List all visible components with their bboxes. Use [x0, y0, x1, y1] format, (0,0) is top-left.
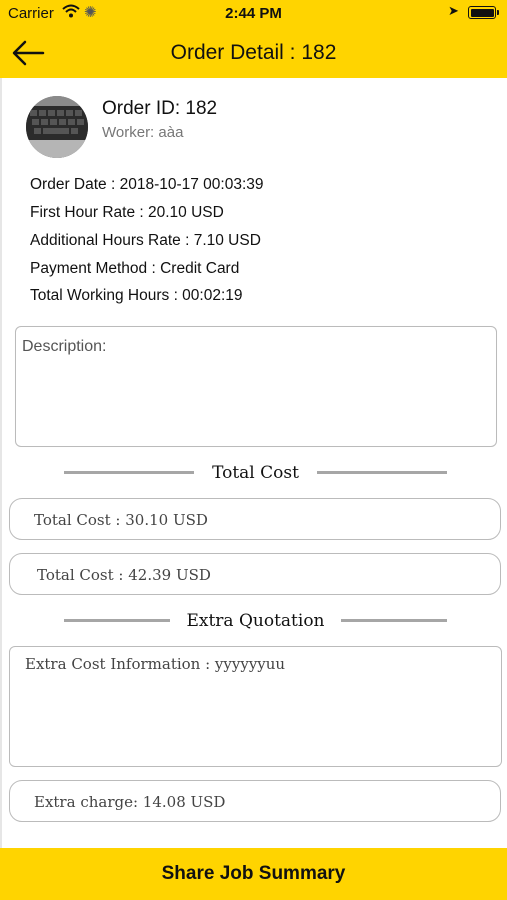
order-id-label: Order ID: 182 — [102, 98, 218, 119]
total-working-hours-text: Total Working Hours : 00:02:19 — [30, 287, 243, 304]
page-title: Order Detail : 182 — [170, 41, 337, 64]
divider-line — [317, 471, 447, 474]
extra-charge-field: Extra charge: 14.08 USD — [9, 780, 501, 822]
total-cost-with-extra-field: Total Cost : 42.39 USD — [9, 553, 501, 595]
worker-name-label: Worker: aàa — [102, 124, 184, 141]
payment-method-text: Payment Method : Credit Card — [30, 260, 240, 277]
total-cost-with-extra-value: Total Cost : 42.39 USD — [37, 566, 211, 584]
divider-line — [341, 619, 447, 622]
additional-hours-rate-text: Additional Hours Rate : 7.10 USD — [30, 232, 261, 249]
first-hour-rate-text: First Hour Rate : 20.10 USD — [30, 204, 224, 221]
extra-cost-info-field[interactable]: Extra Cost Information : yyyyyyuu — [9, 646, 502, 767]
extra-charge-value: Extra charge: 14.08 USD — [34, 793, 226, 811]
worker-avatar — [26, 96, 88, 158]
description-placeholder: Description: — [22, 338, 107, 355]
order-detail-content: Order ID: 182 Worker: aàa Order Date : 2… — [0, 78, 507, 848]
status-bar: Carrier ✺ 2:44 PM ➤ — [0, 0, 507, 28]
location-arrow-icon: ➤ — [448, 3, 459, 18]
total-cost-value: Total Cost : 30.10 USD — [34, 511, 208, 529]
nav-bar: Order Detail : 182 — [0, 28, 507, 78]
description-field[interactable]: Description: — [15, 326, 497, 447]
extra-cost-info-text: Extra Cost Information : yyyyyyuu — [25, 655, 286, 673]
order-date-text: Order Date : 2018-10-17 00:03:39 — [30, 176, 264, 193]
share-job-summary-button[interactable]: Share Job Summary — [0, 848, 507, 900]
total-cost-field: Total Cost : 30.10 USD — [9, 498, 501, 540]
battery-icon — [468, 6, 499, 19]
status-time: 2:44 PM — [225, 5, 282, 22]
